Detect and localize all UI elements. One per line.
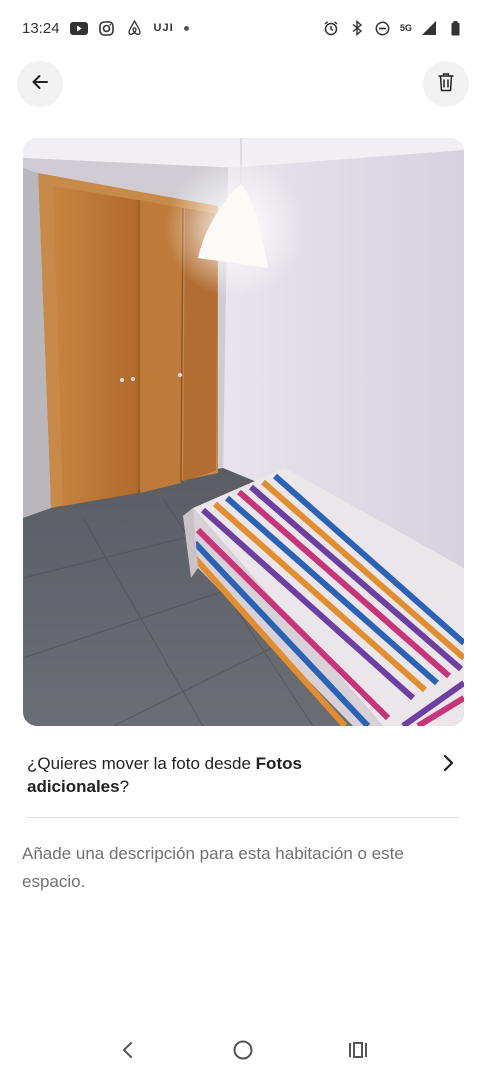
status-left: 13:24 UJI bbox=[22, 19, 189, 37]
status-bar: 13:24 UJI 5G bbox=[0, 0, 486, 56]
airbnb-icon bbox=[126, 19, 144, 37]
back-button[interactable] bbox=[17, 61, 63, 107]
arrow-left-icon bbox=[30, 72, 50, 97]
description-field[interactable]: Añade una descripción para esta habitaci… bbox=[22, 840, 462, 896]
trash-icon bbox=[437, 72, 455, 97]
move-photo-prompt[interactable]: ¿Quieres mover la foto desde Fotos adici… bbox=[27, 752, 461, 802]
chevron-right-icon bbox=[439, 752, 457, 774]
alarm-icon bbox=[322, 19, 340, 37]
status-time: 13:24 bbox=[22, 19, 60, 37]
move-text-after: ? bbox=[119, 777, 130, 796]
home-nav-icon[interactable] bbox=[223, 1030, 263, 1070]
recents-nav-icon[interactable] bbox=[338, 1030, 378, 1070]
bedroom-photo bbox=[23, 138, 464, 726]
signal-icon bbox=[420, 19, 438, 37]
move-photo-text: ¿Quieres mover la foto desde Fotos adici… bbox=[27, 752, 387, 798]
do-not-disturb-icon bbox=[374, 19, 392, 37]
youtube-icon bbox=[69, 19, 88, 37]
system-nav-bar bbox=[0, 1020, 486, 1080]
back-nav-icon[interactable] bbox=[108, 1030, 148, 1070]
instagram-icon bbox=[98, 19, 116, 37]
uji-app-icon: UJI bbox=[153, 22, 174, 34]
battery-icon bbox=[446, 19, 464, 37]
status-right: 5G bbox=[322, 19, 464, 37]
divider bbox=[27, 817, 459, 818]
notification-dot bbox=[183, 25, 189, 31]
network-5g-icon: 5G bbox=[399, 23, 412, 33]
delete-photo-button[interactable] bbox=[423, 61, 469, 107]
bedroom-illustration bbox=[23, 138, 464, 726]
bluetooth-icon bbox=[348, 19, 366, 37]
move-text-before: ¿Quieres mover la foto desde bbox=[27, 754, 256, 773]
